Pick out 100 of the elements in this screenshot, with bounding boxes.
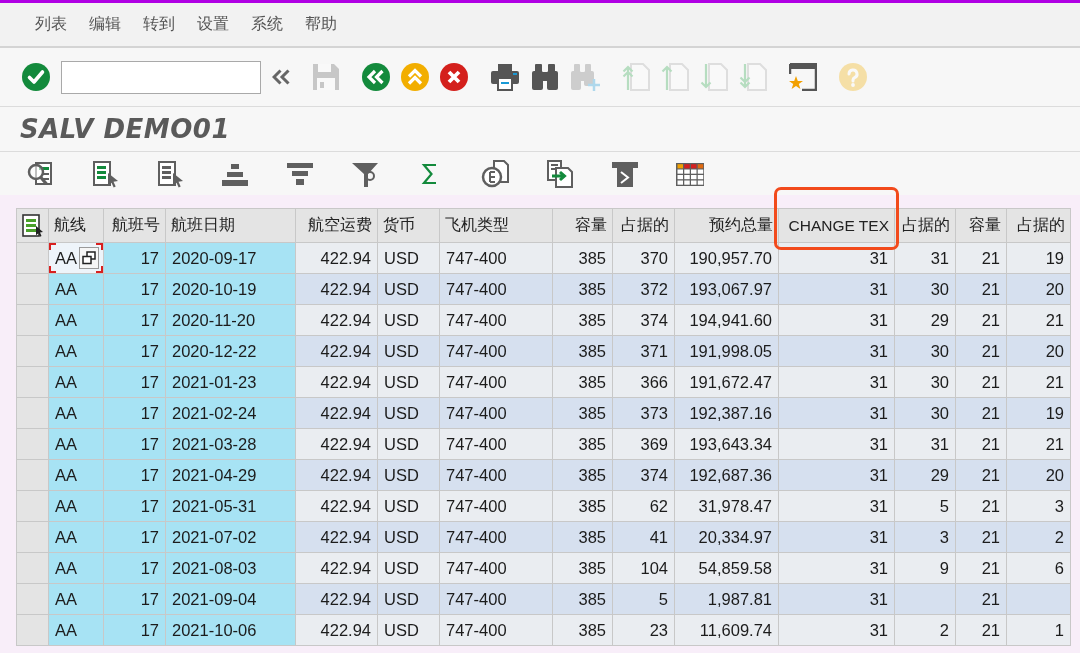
table-cell: 1,987.81	[675, 584, 778, 614]
table-cell: 29	[895, 460, 955, 490]
window-star-icon[interactable]	[789, 63, 817, 91]
cell-text: AA	[55, 403, 77, 423]
table-cell: 194,941.60	[675, 305, 778, 335]
column-header[interactable]: 航线	[49, 209, 103, 242]
table-cell: 372	[613, 274, 674, 304]
table-cell: 54,859.58	[675, 553, 778, 583]
table-cell: USD	[378, 522, 439, 552]
table-cell: 41	[613, 522, 674, 552]
checkmark-icon[interactable]	[22, 63, 50, 91]
table-cell: 30	[895, 398, 955, 428]
table-cell: 2020-09-17	[166, 243, 295, 273]
table-cell: 20	[1007, 274, 1070, 304]
table-cell: 21	[956, 367, 1006, 397]
table-cell: 2021-02-24	[166, 398, 295, 428]
cell-text: AA	[55, 310, 77, 330]
value-help-button[interactable]	[79, 247, 99, 269]
column-header[interactable]: 预约总量	[675, 209, 778, 242]
table-cell: 2021-01-23	[166, 367, 295, 397]
circle-double-chevron-up-icon[interactable]	[401, 63, 429, 91]
table-cell: 21	[956, 553, 1006, 583]
table-cell: 17	[104, 305, 165, 335]
table-cell: 422.94	[296, 460, 377, 490]
table-cell: 373	[613, 398, 674, 428]
printer-icon[interactable]	[490, 63, 520, 91]
menu-item[interactable]: 设置	[197, 14, 229, 35]
table-cell: USD	[378, 367, 439, 397]
layout-list-icon[interactable]	[21, 213, 44, 238]
table-cell: 17	[104, 615, 165, 645]
table-cell: 422.94	[296, 336, 377, 366]
table-cell: 17	[104, 274, 165, 304]
column-header[interactable]: CHANGE TEX	[779, 209, 894, 242]
document-cursor-icon[interactable]	[156, 159, 184, 188]
windows-icon	[82, 251, 96, 265]
close-circle-icon[interactable]	[440, 63, 468, 91]
table-cell: 2021-05-31	[166, 491, 295, 521]
column-header[interactable]: 容量	[956, 209, 1006, 242]
menu-item[interactable]: 帮助	[305, 14, 337, 35]
column-header[interactable]: 占据的	[1007, 209, 1070, 242]
table-cell: 31	[779, 460, 894, 490]
column-header[interactable]: 容量	[553, 209, 612, 242]
binoculars-icon[interactable]	[531, 63, 559, 91]
column-header[interactable]: 航班号	[104, 209, 165, 242]
column-header[interactable]: 航班日期	[166, 209, 295, 242]
document-circle-icon[interactable]	[481, 159, 509, 188]
column-header[interactable]: 占据的	[613, 209, 674, 242]
table-cell: 17	[104, 367, 165, 397]
menu-item[interactable]: 系统	[251, 14, 283, 35]
table-cell: 21	[1007, 305, 1070, 335]
table-cell: 31	[779, 274, 894, 304]
cell-text: AA	[55, 496, 77, 516]
menu-item[interactable]: 列表	[35, 14, 67, 35]
column-header[interactable]: 占据的	[895, 209, 955, 242]
table-cell: 422.94	[296, 305, 377, 335]
table-cell: 422.94	[296, 491, 377, 521]
list-cursor-icon[interactable]	[91, 159, 119, 188]
table-cell: USD	[378, 491, 439, 521]
table-cell: 385	[553, 491, 612, 521]
cell-text: AA	[55, 434, 77, 454]
table-cell: 366	[613, 367, 674, 397]
table-cell: 2021-09-04	[166, 584, 295, 614]
table-cell: 31	[779, 429, 894, 459]
table-cell: 19	[1007, 398, 1070, 428]
cell-text: AA	[55, 372, 77, 392]
menu-item[interactable]: 编辑	[89, 14, 121, 35]
table-cell: 31	[779, 305, 894, 335]
menu-item[interactable]: 转到	[143, 14, 175, 35]
table-cell: 21	[956, 274, 1006, 304]
table-cell: 17	[104, 336, 165, 366]
table-cell: 21	[1007, 367, 1070, 397]
table-cell: 21	[956, 243, 1006, 273]
banner-icon[interactable]	[611, 159, 639, 188]
double-chevron-left-icon[interactable]	[272, 68, 290, 86]
table-cell: 30	[895, 274, 955, 304]
magnifier-list-icon[interactable]	[26, 159, 54, 188]
command-field[interactable]	[61, 60, 261, 94]
document-arrow-icon[interactable]	[546, 159, 574, 188]
table-cell: 2020-12-22	[166, 336, 295, 366]
table-cell: 385	[553, 243, 612, 273]
table-cell: 30	[895, 367, 955, 397]
table-cell: 422.94	[296, 429, 377, 459]
table-cell: 17	[104, 584, 165, 614]
table-cell: 3	[895, 522, 955, 552]
table-cell: 192,687.36	[675, 460, 778, 490]
table-cell: 747-400	[440, 522, 552, 552]
column-header[interactable]: 飞机类型	[440, 209, 552, 242]
table-cell: 747-400	[440, 615, 552, 645]
column-header[interactable]: 航空运费	[296, 209, 377, 242]
table-cell: 20	[1007, 336, 1070, 366]
table-cell: 31	[779, 522, 894, 552]
table-cell: 20,334.97	[675, 522, 778, 552]
table-cell: 17	[104, 460, 165, 490]
table-cell: 62	[613, 491, 674, 521]
table-cell: USD	[378, 584, 439, 614]
table-cell: 385	[553, 336, 612, 366]
table-cell: 747-400	[440, 398, 552, 428]
column-header[interactable]: 货币	[378, 209, 439, 242]
circle-double-chevron-left-icon[interactable]	[362, 63, 390, 91]
table-cell: 747-400	[440, 460, 552, 490]
